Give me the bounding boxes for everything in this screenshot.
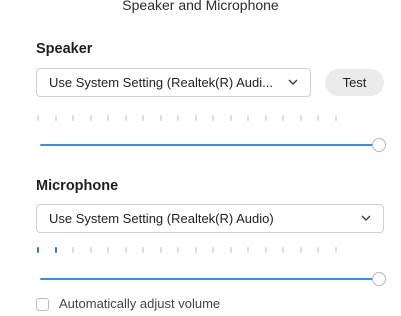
chevron-down-icon [361, 215, 371, 221]
level-segment [265, 247, 267, 253]
speaker-device-value: Use System Setting (Realtek(R) Audi... [49, 75, 273, 90]
microphone-label: Microphone [36, 178, 119, 194]
level-segment [107, 247, 109, 253]
microphone-volume-thumb[interactable] [372, 272, 386, 286]
level-segment [247, 115, 249, 121]
speaker-label: Speaker [36, 41, 93, 57]
level-segment [160, 247, 162, 253]
level-segment [37, 247, 39, 253]
level-segment [247, 247, 249, 253]
speaker-device-select[interactable]: Use System Setting (Realtek(R) Audi... [36, 68, 311, 97]
level-segment [300, 115, 302, 121]
level-segment [125, 115, 127, 121]
level-segment [90, 247, 92, 253]
level-segment [37, 115, 39, 121]
level-segment [335, 247, 337, 253]
level-segment [142, 247, 144, 253]
microphone-volume-track [40, 278, 374, 280]
level-segment [177, 115, 179, 121]
microphone-device-select[interactable]: Use System Setting (Realtek(R) Audio) [36, 204, 384, 233]
level-segment [55, 115, 57, 121]
speaker-volume-slider[interactable] [40, 138, 386, 152]
level-segment [212, 247, 214, 253]
level-segment [212, 115, 214, 121]
level-segment [142, 115, 144, 121]
microphone-input-level-meter [37, 247, 347, 253]
level-segment [160, 115, 162, 121]
auto-adjust-volume-label: Automatically adjust volume [59, 296, 221, 311]
level-segment [177, 247, 179, 253]
microphone-volume-slider[interactable] [40, 272, 386, 286]
level-segment [282, 115, 284, 121]
level-segment [107, 115, 109, 121]
level-segment [265, 115, 267, 121]
level-segment [55, 247, 57, 253]
dialog-title: Speaker and Microphone [122, 0, 279, 13]
chevron-down-icon [288, 79, 298, 85]
level-segment [72, 115, 74, 121]
test-speaker-button[interactable]: Test [325, 69, 384, 96]
speaker-volume-track [40, 144, 374, 146]
speaker-output-level-meter [37, 115, 347, 121]
level-segment [125, 247, 127, 253]
speaker-volume-thumb[interactable] [372, 138, 386, 152]
level-segment [90, 115, 92, 121]
level-segment [300, 247, 302, 253]
level-segment [195, 247, 197, 253]
level-segment [195, 115, 197, 121]
level-segment [317, 247, 319, 253]
auto-adjust-volume-checkbox[interactable] [36, 298, 49, 311]
level-segment [230, 115, 232, 121]
level-segment [335, 115, 337, 121]
level-segment [282, 247, 284, 253]
level-segment [72, 247, 74, 253]
level-segment [230, 247, 232, 253]
microphone-device-value: Use System Setting (Realtek(R) Audio) [49, 211, 274, 226]
level-segment [317, 115, 319, 121]
